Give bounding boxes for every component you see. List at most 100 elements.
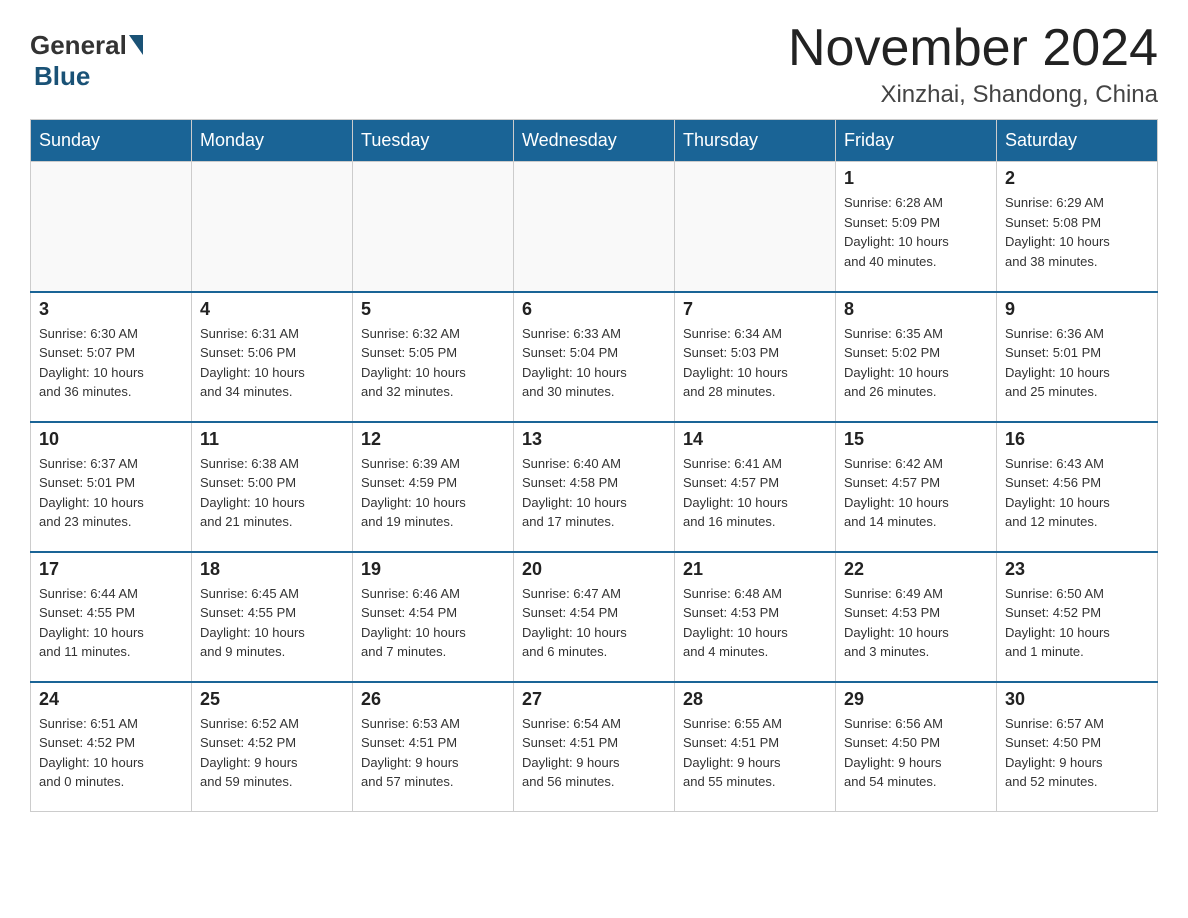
day-number: 22 <box>844 559 988 580</box>
day-number: 6 <box>522 299 666 320</box>
calendar-week-row: 3Sunrise: 6:30 AM Sunset: 5:07 PM Daylig… <box>31 292 1158 422</box>
day-number: 19 <box>361 559 505 580</box>
location-subtitle: Xinzhai, Shandong, China <box>788 81 1158 109</box>
calendar-week-row: 17Sunrise: 6:44 AM Sunset: 4:55 PM Dayli… <box>31 552 1158 682</box>
calendar-week-row: 10 Sunrise: 6:37 AM Sunset: 5:01 PM Dayli… <box>31 422 1158 552</box>
calendar-day-cell: 12Sunrise: 6:39 AM Sunset: 4:59 PM Dayli… <box>353 422 514 552</box>
day-info: Sunrise: 6:40 AM Sunset: 4:58 PM Dayligh… <box>522 454 666 532</box>
day-info: Sunrise: 6:55 AM Sunset: 4:51 PM Dayligh… <box>683 714 827 792</box>
day-info: Sunrise: 6:37 AM Sunset: 5:01 PM Dayligh… <box>39 454 183 532</box>
page-header: General Blue November 2024 Xinzhai, Shan… <box>30 20 1158 109</box>
day-info: Sunrise: 6:42 AM Sunset: 4:57 PM Dayligh… <box>844 454 988 532</box>
calendar-day-cell: 28Sunrise: 6:55 AM Sunset: 4:51 PM Dayli… <box>675 682 836 812</box>
day-number: 20 <box>522 559 666 580</box>
day-of-week-header: Friday <box>836 120 997 162</box>
day-number: 15 <box>844 429 988 450</box>
day-info: Sunrise: 6:33 AM Sunset: 5:04 PM Dayligh… <box>522 324 666 402</box>
day-number: 4 <box>200 299 344 320</box>
day-number: 30 <box>1005 689 1149 710</box>
calendar-day-cell: 9 Sunrise: 6:36 AM Sunset: 5:01 PM Daylig… <box>997 292 1158 422</box>
calendar-day-cell: 8Sunrise: 6:35 AM Sunset: 5:02 PM Daylig… <box>836 292 997 422</box>
calendar-table: SundayMondayTuesdayWednesdayThursdayFrid… <box>30 119 1158 812</box>
day-info: Sunrise: 6:57 AM Sunset: 4:50 PM Dayligh… <box>1005 714 1149 792</box>
calendar-day-cell: 22Sunrise: 6:49 AM Sunset: 4:53 PM Dayli… <box>836 552 997 682</box>
calendar-day-cell: 26 Sunrise: 6:53 AM Sunset: 4:51 PM Dayli… <box>353 682 514 812</box>
day-number: 13 <box>522 429 666 450</box>
day-of-week-header: Sunday <box>31 120 192 162</box>
day-number: 2 <box>1005 168 1149 189</box>
day-info: Sunrise: 6:41 AM Sunset: 4:57 PM Dayligh… <box>683 454 827 532</box>
day-number: 10 <box>39 429 183 450</box>
calendar-day-cell: 17Sunrise: 6:44 AM Sunset: 4:55 PM Dayli… <box>31 552 192 682</box>
day-info: Sunrise: 6:56 AM Sunset: 4:50 PM Dayligh… <box>844 714 988 792</box>
day-info: Sunrise: 6:52 AM Sunset: 4:52 PM Dayligh… <box>200 714 344 792</box>
calendar-day-cell: 11 Sunrise: 6:38 AM Sunset: 5:00 PM Dayli… <box>192 422 353 552</box>
calendar-day-cell: 5Sunrise: 6:32 AM Sunset: 5:05 PM Daylig… <box>353 292 514 422</box>
day-number: 14 <box>683 429 827 450</box>
calendar-week-row: 1 Sunrise: 6:28 AM Sunset: 5:09 PM Daylig… <box>31 162 1158 292</box>
calendar-day-cell <box>353 162 514 292</box>
day-info: Sunrise: 6:51 AM Sunset: 4:52 PM Dayligh… <box>39 714 183 792</box>
calendar-day-cell: 23 Sunrise: 6:50 AM Sunset: 4:52 PM Dayli… <box>997 552 1158 682</box>
day-number: 11 <box>200 429 344 450</box>
calendar-day-cell: 25 Sunrise: 6:52 AM Sunset: 4:52 PM Dayli… <box>192 682 353 812</box>
calendar-day-cell: 13 Sunrise: 6:40 AM Sunset: 4:58 PM Dayli… <box>514 422 675 552</box>
day-of-week-header: Wednesday <box>514 120 675 162</box>
day-number: 29 <box>844 689 988 710</box>
calendar-header-row: SundayMondayTuesdayWednesdayThursdayFrid… <box>31 120 1158 162</box>
day-info: Sunrise: 6:34 AM Sunset: 5:03 PM Dayligh… <box>683 324 827 402</box>
day-info: Sunrise: 6:36 AM Sunset: 5:01 PM Dayligh… <box>1005 324 1149 402</box>
calendar-day-cell: 6 Sunrise: 6:33 AM Sunset: 5:04 PM Daylig… <box>514 292 675 422</box>
day-info: Sunrise: 6:35 AM Sunset: 5:02 PM Dayligh… <box>844 324 988 402</box>
day-info: Sunrise: 6:48 AM Sunset: 4:53 PM Dayligh… <box>683 584 827 662</box>
day-number: 25 <box>200 689 344 710</box>
day-number: 17 <box>39 559 183 580</box>
calendar-day-cell: 1 Sunrise: 6:28 AM Sunset: 5:09 PM Daylig… <box>836 162 997 292</box>
day-number: 21 <box>683 559 827 580</box>
calendar-day-cell: 16Sunrise: 6:43 AM Sunset: 4:56 PM Dayli… <box>997 422 1158 552</box>
calendar-day-cell: 20Sunrise: 6:47 AM Sunset: 4:54 PM Dayli… <box>514 552 675 682</box>
day-info: Sunrise: 6:54 AM Sunset: 4:51 PM Dayligh… <box>522 714 666 792</box>
calendar-day-cell <box>31 162 192 292</box>
day-of-week-header: Monday <box>192 120 353 162</box>
calendar-day-cell: 10 Sunrise: 6:37 AM Sunset: 5:01 PM Dayli… <box>31 422 192 552</box>
logo-arrow-icon <box>127 35 143 57</box>
day-info: Sunrise: 6:43 AM Sunset: 4:56 PM Dayligh… <box>1005 454 1149 532</box>
calendar-day-cell: 24Sunrise: 6:51 AM Sunset: 4:52 PM Dayli… <box>31 682 192 812</box>
calendar-day-cell: 15 Sunrise: 6:42 AM Sunset: 4:57 PM Dayli… <box>836 422 997 552</box>
calendar-day-cell: 4 Sunrise: 6:31 AM Sunset: 5:06 PM Daylig… <box>192 292 353 422</box>
day-number: 9 <box>1005 299 1149 320</box>
day-number: 26 <box>361 689 505 710</box>
logo-blue-text: Blue <box>34 61 90 92</box>
day-of-week-header: Saturday <box>997 120 1158 162</box>
calendar-day-cell: 19Sunrise: 6:46 AM Sunset: 4:54 PM Dayli… <box>353 552 514 682</box>
calendar-day-cell <box>192 162 353 292</box>
day-number: 12 <box>361 429 505 450</box>
calendar-day-cell: 14 Sunrise: 6:41 AM Sunset: 4:57 PM Dayli… <box>675 422 836 552</box>
day-number: 18 <box>200 559 344 580</box>
day-info: Sunrise: 6:50 AM Sunset: 4:52 PM Dayligh… <box>1005 584 1149 662</box>
calendar-day-cell: 3Sunrise: 6:30 AM Sunset: 5:07 PM Daylig… <box>31 292 192 422</box>
day-number: 7 <box>683 299 827 320</box>
calendar-day-cell <box>675 162 836 292</box>
day-info: Sunrise: 6:32 AM Sunset: 5:05 PM Dayligh… <box>361 324 505 402</box>
calendar-day-cell: 30 Sunrise: 6:57 AM Sunset: 4:50 PM Dayli… <box>997 682 1158 812</box>
calendar-day-cell: 18 Sunrise: 6:45 AM Sunset: 4:55 PM Dayli… <box>192 552 353 682</box>
day-number: 1 <box>844 168 988 189</box>
day-number: 27 <box>522 689 666 710</box>
calendar-day-cell <box>514 162 675 292</box>
calendar-day-cell: 7 Sunrise: 6:34 AM Sunset: 5:03 PM Daylig… <box>675 292 836 422</box>
day-info: Sunrise: 6:38 AM Sunset: 5:00 PM Dayligh… <box>200 454 344 532</box>
day-info: Sunrise: 6:28 AM Sunset: 5:09 PM Dayligh… <box>844 193 988 271</box>
day-info: Sunrise: 6:53 AM Sunset: 4:51 PM Dayligh… <box>361 714 505 792</box>
day-info: Sunrise: 6:45 AM Sunset: 4:55 PM Dayligh… <box>200 584 344 662</box>
calendar-week-row: 24Sunrise: 6:51 AM Sunset: 4:52 PM Dayli… <box>31 682 1158 812</box>
day-of-week-header: Thursday <box>675 120 836 162</box>
day-info: Sunrise: 6:31 AM Sunset: 5:06 PM Dayligh… <box>200 324 344 402</box>
logo: General Blue <box>30 30 143 92</box>
day-number: 23 <box>1005 559 1149 580</box>
logo-general-text: General <box>30 30 127 61</box>
day-of-week-header: Tuesday <box>353 120 514 162</box>
calendar-day-cell: 21 Sunrise: 6:48 AM Sunset: 4:53 PM Dayli… <box>675 552 836 682</box>
calendar-day-cell: 2Sunrise: 6:29 AM Sunset: 5:08 PM Daylig… <box>997 162 1158 292</box>
